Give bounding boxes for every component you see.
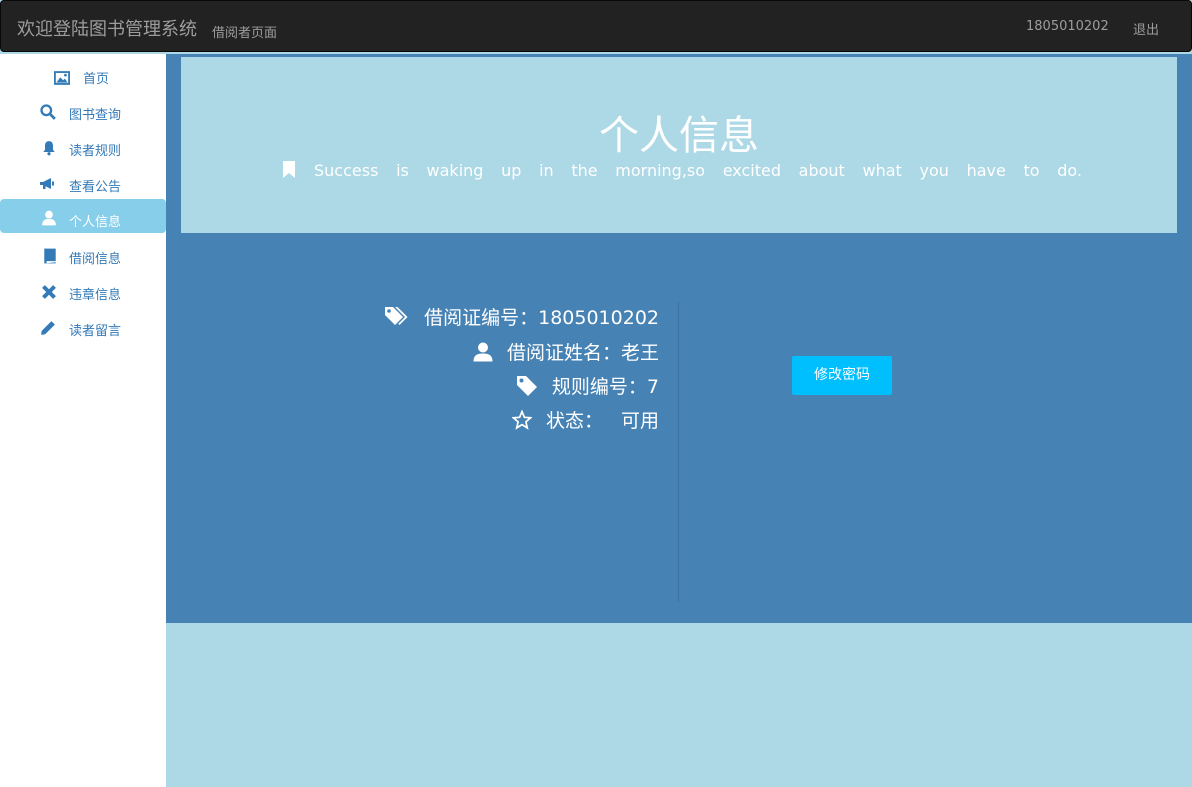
sidebar-item-label: 借阅信息 xyxy=(69,252,122,267)
sidebar-item-label: 读者留言 xyxy=(69,324,122,339)
sidebar-item-label: 查看公告 xyxy=(69,180,122,195)
sidebar-item-label: 首页 xyxy=(83,72,110,87)
card-name-row: 借阅证姓名：老王 xyxy=(473,338,659,365)
quote-word: the xyxy=(571,161,598,180)
sidebar-item-label: 违章信息 xyxy=(69,288,122,303)
sidebar-item-announcements[interactable]: 查看公告 xyxy=(0,166,166,200)
sidebar-item-label: 图书查询 xyxy=(69,108,122,123)
sidebar-item-reader-messages[interactable]: 读者留言 xyxy=(0,310,166,344)
remove-icon xyxy=(42,285,56,299)
page-title: 个人信息 xyxy=(599,113,759,159)
rule-number: 规则编号：7 xyxy=(551,376,659,398)
sidebar: 首页 图书查询 读者规则 查看公告 个人信息 借阅信息 违章信息 读者留言 xyxy=(0,54,166,787)
tag-icon xyxy=(516,375,537,396)
app-title[interactable]: 欢迎登陆图书管理系统 xyxy=(17,15,197,41)
search-icon xyxy=(40,104,56,120)
jumbotron: 个人信息 Success is waking up in the morning… xyxy=(181,57,1177,233)
quote-word: Success xyxy=(314,161,379,180)
sidebar-item-label: 个人信息 xyxy=(69,215,122,230)
quote-word: you xyxy=(919,161,949,180)
quote-word: in xyxy=(539,161,554,180)
sidebar-item-book-search[interactable]: 图书查询 xyxy=(0,94,166,128)
bullhorn-icon xyxy=(40,178,54,189)
main-content: 个人信息 Success is waking up in the morning… xyxy=(166,54,1192,623)
quote-word: up xyxy=(501,161,522,180)
user-id[interactable]: 1805010202 xyxy=(1026,19,1109,34)
quote-word: what xyxy=(862,161,902,180)
quote-word: have xyxy=(966,161,1006,180)
card-holder-name: 借阅证姓名：老王 xyxy=(506,342,659,364)
sidebar-item-personal-info[interactable]: 个人信息 xyxy=(0,199,166,233)
pencil-icon xyxy=(41,321,55,335)
book-icon xyxy=(44,248,56,264)
quote-word: is xyxy=(396,161,409,180)
quote-word: to xyxy=(1023,161,1040,180)
column-divider xyxy=(678,302,679,602)
status-label: 状态： xyxy=(545,410,603,432)
quote-word: do. xyxy=(1057,161,1082,180)
user-icon xyxy=(42,210,56,226)
bookmark-icon xyxy=(283,161,295,178)
sidebar-item-home[interactable]: 首页 xyxy=(0,58,166,92)
quote-word: excited xyxy=(722,161,781,180)
logout-link[interactable]: 退出 xyxy=(1133,19,1159,38)
quote-word: morning,so xyxy=(615,161,706,180)
page-subtitle: 借阅者页面 xyxy=(212,26,278,41)
rule-number-row: 规则编号：7 xyxy=(516,372,659,399)
card-number: 借阅证编号：1805010202 xyxy=(424,307,659,329)
sidebar-item-label: 读者规则 xyxy=(69,144,122,159)
sidebar-item-reader-rules[interactable]: 读者规则 xyxy=(0,130,166,164)
sidebar-item-borrow-info[interactable]: 借阅信息 xyxy=(0,238,166,272)
sidebar-item-violation-info[interactable]: 违章信息 xyxy=(0,274,166,308)
status-value: 可用 xyxy=(620,410,659,432)
star-empty-icon xyxy=(511,409,532,430)
tags-icon xyxy=(385,306,408,325)
status-row: 状态： 可用 xyxy=(511,406,659,433)
bell-icon xyxy=(43,141,55,156)
card-number-row: 借阅证编号：1805010202 xyxy=(384,303,659,330)
change-password-button[interactable]: 修改密码 xyxy=(792,356,892,395)
picture-icon xyxy=(54,71,70,85)
quote-word: waking xyxy=(426,161,484,180)
motto-text: Success is waking up in the morning,so e… xyxy=(314,161,1082,180)
top-navbar: 欢迎登陆图书管理系统 借阅者页面 1805010202 退出 xyxy=(0,0,1192,52)
user-icon xyxy=(473,342,493,361)
quote-word: about xyxy=(798,161,845,180)
